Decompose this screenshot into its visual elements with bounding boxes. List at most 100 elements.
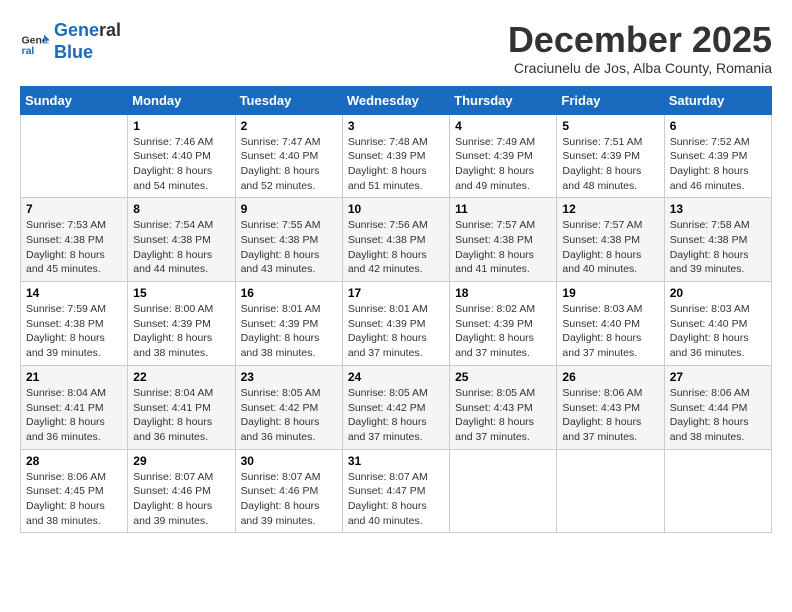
day-number: 2	[241, 119, 337, 133]
calendar-cell: 22 Sunrise: 8:04 AM Sunset: 4:41 PM Dayli…	[128, 365, 235, 449]
logo-icon: Gene ral	[20, 27, 50, 57]
title-block: December 2025 Craciunelu de Jos, Alba Co…	[508, 20, 772, 76]
day-info: Sunrise: 8:06 AM Sunset: 4:44 PM Dayligh…	[670, 386, 766, 445]
day-info: Sunrise: 8:07 AM Sunset: 4:47 PM Dayligh…	[348, 470, 444, 529]
day-info: Sunrise: 7:58 AM Sunset: 4:38 PM Dayligh…	[670, 218, 766, 277]
calendar-cell: 26 Sunrise: 8:06 AM Sunset: 4:43 PM Dayli…	[557, 365, 664, 449]
day-number: 20	[670, 286, 766, 300]
calendar-cell: 27 Sunrise: 8:06 AM Sunset: 4:44 PM Dayli…	[664, 365, 771, 449]
day-info: Sunrise: 8:07 AM Sunset: 4:46 PM Dayligh…	[133, 470, 229, 529]
day-number: 12	[562, 202, 658, 216]
day-number: 26	[562, 370, 658, 384]
day-number: 9	[241, 202, 337, 216]
calendar-week-5: 28 Sunrise: 8:06 AM Sunset: 4:45 PM Dayli…	[21, 449, 772, 533]
day-info: Sunrise: 8:06 AM Sunset: 4:45 PM Dayligh…	[26, 470, 122, 529]
calendar-cell: 18 Sunrise: 8:02 AM Sunset: 4:39 PM Dayli…	[450, 282, 557, 366]
day-info: Sunrise: 8:05 AM Sunset: 4:43 PM Dayligh…	[455, 386, 551, 445]
day-info: Sunrise: 7:55 AM Sunset: 4:38 PM Dayligh…	[241, 218, 337, 277]
calendar-cell: 30Sunrise: 8:07 AM Sunset: 4:46 PM Dayli…	[235, 449, 342, 533]
day-number: 10	[348, 202, 444, 216]
day-number: 31	[348, 454, 444, 468]
calendar-week-1: 1Sunrise: 7:46 AM Sunset: 4:40 PM Daylig…	[21, 114, 772, 198]
day-info: Sunrise: 7:57 AM Sunset: 4:38 PM Dayligh…	[455, 218, 551, 277]
calendar-cell: 21 Sunrise: 8:04 AM Sunset: 4:41 PM Dayli…	[21, 365, 128, 449]
header-thursday: Thursday	[450, 86, 557, 114]
day-info: Sunrise: 7:53 AM Sunset: 4:38 PM Dayligh…	[26, 218, 122, 277]
day-info: Sunrise: 8:00 AM Sunset: 4:39 PM Dayligh…	[133, 302, 229, 361]
header-monday: Monday	[128, 86, 235, 114]
calendar-cell: 25 Sunrise: 8:05 AM Sunset: 4:43 PM Dayli…	[450, 365, 557, 449]
day-number: 29	[133, 454, 229, 468]
calendar-cell: 14 Sunrise: 7:59 AM Sunset: 4:38 PM Dayli…	[21, 282, 128, 366]
day-number: 27	[670, 370, 766, 384]
calendar-cell: 9 Sunrise: 7:55 AM Sunset: 4:38 PM Daylig…	[235, 198, 342, 282]
calendar-header-row: SundayMondayTuesdayWednesdayThursdayFrid…	[21, 86, 772, 114]
logo-text: GeneralBlue	[54, 20, 121, 63]
location-subtitle: Craciunelu de Jos, Alba County, Romania	[508, 60, 772, 76]
day-number: 14	[26, 286, 122, 300]
day-info: Sunrise: 8:05 AM Sunset: 4:42 PM Dayligh…	[241, 386, 337, 445]
day-info: Sunrise: 7:57 AM Sunset: 4:38 PM Dayligh…	[562, 218, 658, 277]
header-friday: Friday	[557, 86, 664, 114]
calendar-table: SundayMondayTuesdayWednesdayThursdayFrid…	[20, 86, 772, 534]
calendar-cell: 16 Sunrise: 8:01 AM Sunset: 4:39 PM Dayli…	[235, 282, 342, 366]
day-number: 11	[455, 202, 551, 216]
calendar-week-4: 21 Sunrise: 8:04 AM Sunset: 4:41 PM Dayli…	[21, 365, 772, 449]
day-info: Sunrise: 8:04 AM Sunset: 4:41 PM Dayligh…	[26, 386, 122, 445]
calendar-cell: 10 Sunrise: 7:56 AM Sunset: 4:38 PM Dayli…	[342, 198, 449, 282]
day-info: Sunrise: 8:03 AM Sunset: 4:40 PM Dayligh…	[562, 302, 658, 361]
day-info: Sunrise: 7:51 AM Sunset: 4:39 PM Dayligh…	[562, 135, 658, 194]
day-info: Sunrise: 8:03 AM Sunset: 4:40 PM Dayligh…	[670, 302, 766, 361]
day-number: 22	[133, 370, 229, 384]
calendar-cell: 17 Sunrise: 8:01 AM Sunset: 4:39 PM Dayli…	[342, 282, 449, 366]
day-number: 19	[562, 286, 658, 300]
day-info: Sunrise: 7:47 AM Sunset: 4:40 PM Dayligh…	[241, 135, 337, 194]
day-number: 23	[241, 370, 337, 384]
day-info: Sunrise: 8:07 AM Sunset: 4:46 PM Dayligh…	[241, 470, 337, 529]
calendar-cell	[21, 114, 128, 198]
svg-text:ral: ral	[22, 45, 35, 57]
day-number: 28	[26, 454, 122, 468]
day-number: 4	[455, 119, 551, 133]
calendar-cell: 19 Sunrise: 8:03 AM Sunset: 4:40 PM Dayli…	[557, 282, 664, 366]
day-number: 1	[133, 119, 229, 133]
day-number: 16	[241, 286, 337, 300]
calendar-cell: 24Sunrise: 8:05 AM Sunset: 4:42 PM Dayli…	[342, 365, 449, 449]
day-info: Sunrise: 7:54 AM Sunset: 4:38 PM Dayligh…	[133, 218, 229, 277]
calendar-cell	[450, 449, 557, 533]
calendar-cell: 4Sunrise: 7:49 AM Sunset: 4:39 PM Daylig…	[450, 114, 557, 198]
calendar-cell: 3Sunrise: 7:48 AM Sunset: 4:39 PM Daylig…	[342, 114, 449, 198]
day-info: Sunrise: 8:06 AM Sunset: 4:43 PM Dayligh…	[562, 386, 658, 445]
day-number: 15	[133, 286, 229, 300]
day-info: Sunrise: 8:01 AM Sunset: 4:39 PM Dayligh…	[348, 302, 444, 361]
day-info: Sunrise: 7:56 AM Sunset: 4:38 PM Dayligh…	[348, 218, 444, 277]
day-info: Sunrise: 7:52 AM Sunset: 4:39 PM Dayligh…	[670, 135, 766, 194]
calendar-cell: 12 Sunrise: 7:57 AM Sunset: 4:38 PM Dayli…	[557, 198, 664, 282]
calendar-cell: 29 Sunrise: 8:07 AM Sunset: 4:46 PM Dayli…	[128, 449, 235, 533]
day-number: 8	[133, 202, 229, 216]
day-info: Sunrise: 8:05 AM Sunset: 4:42 PM Dayligh…	[348, 386, 444, 445]
calendar-week-2: 7 Sunrise: 7:53 AM Sunset: 4:38 PM Daylig…	[21, 198, 772, 282]
day-number: 7	[26, 202, 122, 216]
day-number: 18	[455, 286, 551, 300]
day-number: 13	[670, 202, 766, 216]
calendar-week-3: 14 Sunrise: 7:59 AM Sunset: 4:38 PM Dayli…	[21, 282, 772, 366]
day-info: Sunrise: 7:59 AM Sunset: 4:38 PM Dayligh…	[26, 302, 122, 361]
day-info: Sunrise: 8:02 AM Sunset: 4:39 PM Dayligh…	[455, 302, 551, 361]
calendar-cell: 28 Sunrise: 8:06 AM Sunset: 4:45 PM Dayli…	[21, 449, 128, 533]
day-number: 25	[455, 370, 551, 384]
calendar-cell: 5Sunrise: 7:51 AM Sunset: 4:39 PM Daylig…	[557, 114, 664, 198]
header-saturday: Saturday	[664, 86, 771, 114]
page-header: Gene ral GeneralBlue December 2025 Craci…	[20, 20, 772, 76]
day-number: 6	[670, 119, 766, 133]
calendar-cell: 1Sunrise: 7:46 AM Sunset: 4:40 PM Daylig…	[128, 114, 235, 198]
calendar-cell: 31 Sunrise: 8:07 AM Sunset: 4:47 PM Dayli…	[342, 449, 449, 533]
calendar-cell: 11 Sunrise: 7:57 AM Sunset: 4:38 PM Dayli…	[450, 198, 557, 282]
header-tuesday: Tuesday	[235, 86, 342, 114]
header-wednesday: Wednesday	[342, 86, 449, 114]
day-number: 21	[26, 370, 122, 384]
day-info: Sunrise: 8:01 AM Sunset: 4:39 PM Dayligh…	[241, 302, 337, 361]
day-info: Sunrise: 8:04 AM Sunset: 4:41 PM Dayligh…	[133, 386, 229, 445]
calendar-cell: 8 Sunrise: 7:54 AM Sunset: 4:38 PM Daylig…	[128, 198, 235, 282]
day-number: 17	[348, 286, 444, 300]
